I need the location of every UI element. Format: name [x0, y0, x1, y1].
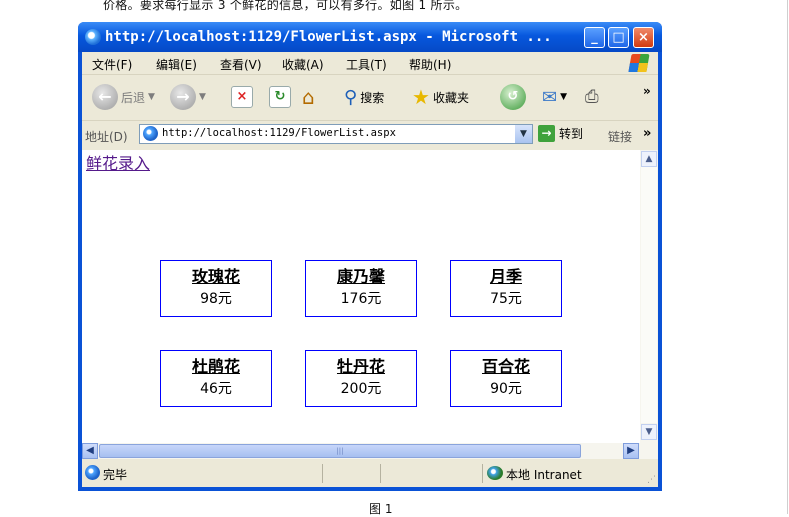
print-button[interactable]: ⎙	[585, 83, 599, 111]
maximize-button[interactable]: □	[608, 27, 629, 48]
address-bar: 地址(D) http://localhost:1129/FlowerList.a…	[82, 122, 658, 148]
back-arrow-icon: ←	[92, 84, 118, 110]
favorites-button[interactable]: ★ 收藏夹	[412, 83, 469, 111]
chevron-down-icon: ▼	[560, 92, 568, 102]
toolbar-overflow-button[interactable]: »	[643, 77, 651, 105]
windows-logo-icon	[628, 54, 650, 72]
flower-card: 月季 75元	[450, 260, 562, 317]
address-url: http://localhost:1129/FlowerList.aspx	[162, 127, 396, 139]
flower-price: 98元	[200, 291, 232, 307]
status-bar: 完毕 本地 Intranet ⋰	[82, 461, 658, 487]
window-title: http://localhost:1129/FlowerList.aspx - …	[105, 29, 552, 45]
menu-favorites[interactable]: 收藏(A)	[282, 56, 324, 73]
vertical-scroll-track[interactable]	[641, 167, 657, 423]
mail-button[interactable]: ✉ ▼	[542, 83, 567, 111]
flower-card: 玫瑰花 98元	[160, 260, 272, 317]
page-content: 鲜花录入 玫瑰花 98元 康乃馨 176元 月季 75元 杜鹃花 46元 牡丹花…	[82, 150, 640, 443]
search-icon: ⚲	[344, 86, 358, 108]
search-label: 搜索	[360, 90, 385, 105]
flower-entry-link[interactable]: 鲜花录入	[86, 150, 150, 174]
back-label: 后退	[121, 90, 146, 105]
home-icon: ⌂	[302, 85, 315, 109]
ie-icon	[85, 29, 101, 45]
star-icon: ★	[412, 85, 430, 109]
flower-price: 46元	[200, 381, 232, 397]
go-button[interactable]: → 转到	[538, 125, 583, 142]
go-label: 转到	[559, 127, 584, 141]
menu-file[interactable]: 文件(F)	[92, 56, 132, 73]
figure-caption: 图 1	[369, 502, 393, 516]
favorites-label: 收藏夹	[432, 90, 469, 105]
page-icon	[143, 126, 158, 141]
address-dropdown-icon[interactable]: ▼	[515, 125, 532, 143]
flower-name-link[interactable]: 百合花	[451, 353, 561, 377]
flower-card: 牡丹花 200元	[305, 350, 417, 407]
stop-icon: ×	[231, 86, 253, 108]
resize-grip-icon[interactable]: ⋰	[647, 475, 656, 485]
search-button[interactable]: ⚲ 搜索	[344, 83, 384, 111]
back-button[interactable]: ← 后退 ▼	[92, 83, 155, 111]
flower-card: 康乃馨 176元	[305, 260, 417, 317]
history-icon: ↺	[500, 84, 526, 110]
menu-view[interactable]: 查看(V)	[220, 56, 262, 73]
close-button[interactable]: ×	[633, 27, 654, 48]
window-body: 文件(F) 编辑(E) 查看(V) 收藏(A) 工具(T) 帮助(H) ← 后退…	[82, 52, 658, 487]
chevron-down-icon: ▼	[199, 92, 206, 102]
scroll-down-icon[interactable]: ▼	[641, 424, 657, 440]
menu-tools[interactable]: 工具(T)	[346, 56, 387, 73]
flower-name-link[interactable]: 牡丹花	[306, 353, 416, 377]
title-bar[interactable]: http://localhost:1129/FlowerList.aspx - …	[78, 22, 662, 52]
links-button[interactable]: 链接	[608, 128, 632, 145]
status-divider	[322, 464, 323, 483]
scroll-right-icon[interactable]: ▶	[623, 443, 639, 459]
flower-price: 90元	[490, 381, 522, 397]
history-button[interactable]: ↺	[500, 83, 526, 111]
scroll-up-icon[interactable]: ▲	[641, 151, 657, 167]
minimize-button[interactable]: _	[584, 27, 605, 48]
status-text: 完毕	[103, 468, 128, 482]
printer-icon: ⎙	[585, 87, 599, 107]
horizontal-scroll-thumb[interactable]: |||	[99, 444, 581, 458]
menu-bar: 文件(F) 编辑(E) 查看(V) 收藏(A) 工具(T) 帮助(H)	[82, 52, 658, 75]
menu-edit[interactable]: 编辑(E)	[156, 56, 197, 73]
address-label: 地址(D)	[85, 130, 128, 144]
flower-name-link[interactable]: 月季	[451, 263, 561, 287]
security-zone: 本地 Intranet	[506, 468, 582, 482]
refresh-button[interactable]: ↻	[269, 83, 291, 111]
page-edge	[787, 0, 788, 514]
flower-price: 200元	[340, 381, 382, 397]
intranet-zone-icon	[487, 466, 503, 480]
forward-button[interactable]: → ▼	[170, 83, 206, 111]
chevron-down-icon: ▼	[148, 92, 155, 102]
horizontal-scrollbar[interactable]: ◀ ||| ▶	[82, 443, 640, 459]
flower-name-link[interactable]: 康乃馨	[306, 263, 416, 287]
refresh-icon: ↻	[269, 86, 291, 108]
flower-card: 杜鹃花 46元	[160, 350, 272, 407]
flower-card: 百合花 90元	[450, 350, 562, 407]
stop-button[interactable]: ×	[231, 83, 253, 111]
browser-window: http://localhost:1129/FlowerList.aspx - …	[78, 22, 662, 491]
vertical-scrollbar[interactable]: ▲ ▼	[640, 150, 658, 459]
scroll-left-icon[interactable]: ◀	[82, 443, 98, 459]
address-input[interactable]: http://localhost:1129/FlowerList.aspx ▼	[139, 124, 533, 144]
forward-arrow-icon: →	[170, 84, 196, 110]
menu-help[interactable]: 帮助(H)	[409, 56, 451, 73]
go-arrow-icon: →	[538, 125, 555, 142]
status-divider	[380, 464, 381, 483]
mail-icon: ✉	[542, 86, 558, 108]
links-overflow-button[interactable]: »	[643, 126, 651, 141]
status-divider	[482, 464, 483, 483]
home-button[interactable]: ⌂	[302, 83, 315, 111]
toolbar: ← 后退 ▼ → ▼ × ↻ ⌂ ⚲ 搜索 ★ 收藏夹 ↺ ✉ ▼ ⎙ »	[82, 75, 658, 121]
flower-name-link[interactable]: 玫瑰花	[161, 263, 271, 287]
page-done-icon	[85, 465, 100, 480]
flower-price: 75元	[490, 291, 522, 307]
document-caption-top: 价格。要求每行显示 3 个鲜花的信息，可以有多行。如图 1 所示。	[103, 0, 468, 12]
flower-name-link[interactable]: 杜鹃花	[161, 353, 271, 377]
flower-price: 176元	[340, 291, 382, 307]
